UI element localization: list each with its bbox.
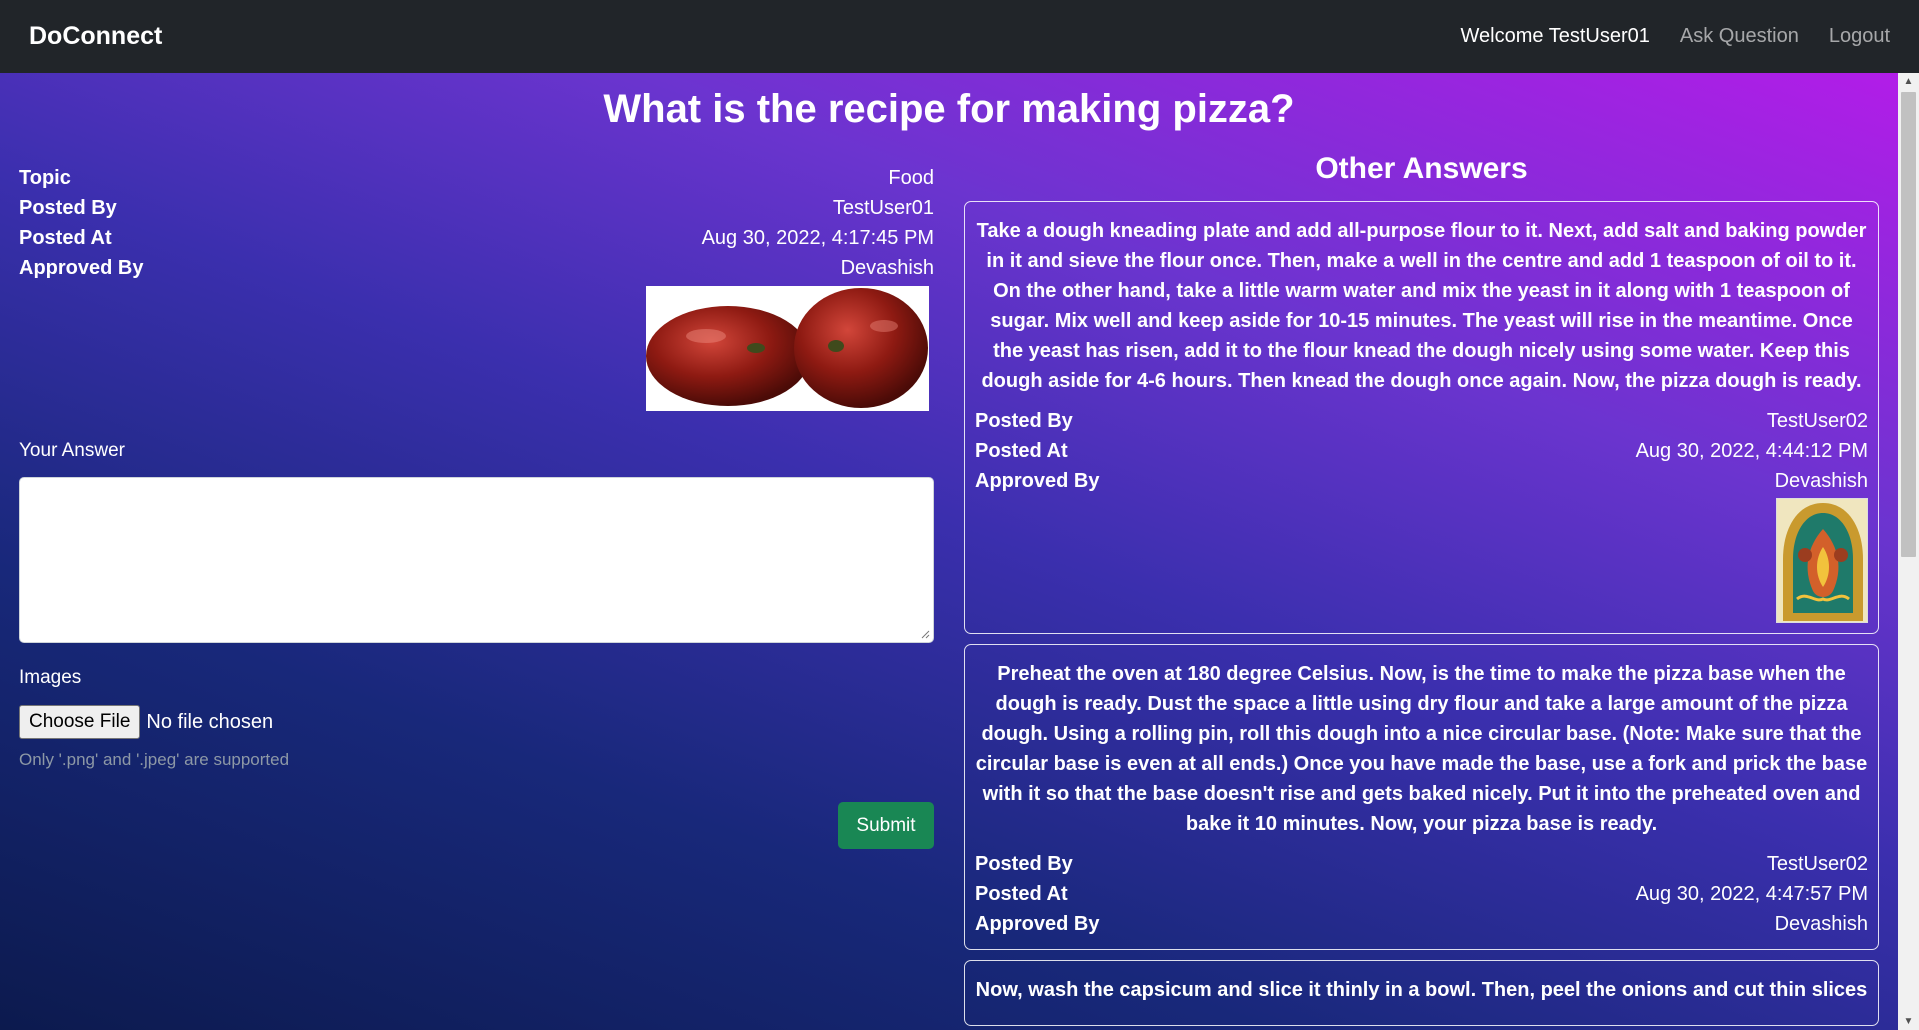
answer-posted-at: Posted At Aug 30, 2022, 4:47:57 PM xyxy=(975,879,1868,909)
meta-label: Approved By xyxy=(19,257,144,279)
file-input: Choose File No file chosen xyxy=(19,705,273,739)
answer-textarea[interactable] xyxy=(19,477,934,643)
answer-posted-at: Posted At Aug 30, 2022, 4:44:12 PM xyxy=(975,436,1868,466)
meta-label: Posted At xyxy=(19,227,112,249)
file-hint: Only '.png' and '.jpeg' are supported xyxy=(19,750,290,769)
answer-card: Preheat the oven at 180 degree Celsius. … xyxy=(964,644,1879,950)
meta-value: Food xyxy=(888,167,934,189)
question-title: What is the recipe for making pizza? xyxy=(603,87,1295,131)
meta-value: TestUser01 xyxy=(832,197,934,219)
meta-value: Devashish xyxy=(1774,913,1868,935)
images-label: Images xyxy=(19,667,82,688)
submit-button[interactable]: Submit xyxy=(838,802,934,849)
logout-link[interactable]: Logout xyxy=(1829,25,1890,48)
scroll-down-arrow-icon[interactable]: ▼ xyxy=(1898,1013,1919,1030)
main-content: What is the recipe for making pizza? Top… xyxy=(0,73,1898,1030)
nav-links: Welcome TestUser01 Ask Question Logout xyxy=(1461,25,1890,48)
meta-value: Aug 30, 2022, 4:47:57 PM xyxy=(1635,883,1868,905)
answer-text: Take a dough kneading plate and add all-… xyxy=(976,220,1867,392)
question-details: Topic Food Posted By TestUser01 Posted A… xyxy=(19,163,934,283)
meta-label: Posted By xyxy=(19,197,117,219)
answer-card: Take a dough kneading plate and add all-… xyxy=(964,201,1879,634)
meta-label: Approved By xyxy=(975,470,1100,492)
meta-label: Topic xyxy=(19,167,71,189)
scrollbar-thumb[interactable] xyxy=(1901,92,1916,557)
meta-label: Posted By xyxy=(975,853,1073,875)
ask-question-link[interactable]: Ask Question xyxy=(1680,25,1799,48)
meta-value: Aug 30, 2022, 4:44:12 PM xyxy=(1635,440,1868,462)
meta-label: Approved By xyxy=(975,913,1100,935)
scroll-up-arrow-icon[interactable]: ▲ xyxy=(1898,73,1919,90)
resize-grip-icon[interactable] xyxy=(920,629,930,639)
meta-value: TestUser02 xyxy=(1766,853,1868,875)
answer-approved-by: Approved By Devashish xyxy=(975,466,1868,496)
answer-approved-by: Approved By Devashish xyxy=(975,909,1868,939)
answer-card: Now, wash the capsicum and slice it thin… xyxy=(964,960,1879,1026)
your-answer-label: Your Answer xyxy=(19,440,125,461)
meta-label: Posted At xyxy=(975,440,1068,462)
answer-text: Preheat the oven at 180 degree Celsius. … xyxy=(975,663,1868,835)
meta-value: TestUser02 xyxy=(1766,410,1868,432)
meta-posted-by: Posted By TestUser01 xyxy=(19,193,934,223)
answer-posted-by: Posted By TestUser02 xyxy=(975,849,1868,879)
meta-value: Devashish xyxy=(1774,470,1868,492)
question-image xyxy=(646,286,929,411)
choose-file-button[interactable]: Choose File xyxy=(19,705,141,739)
answer-text: Now, wash the capsicum and slice it thin… xyxy=(975,979,1868,1001)
meta-topic: Topic Food xyxy=(19,163,934,193)
welcome-text: Welcome TestUser01 xyxy=(1460,25,1650,47)
meta-label: Posted At xyxy=(975,883,1068,905)
meta-label: Posted By xyxy=(975,410,1073,432)
navbar: DoConnect Welcome TestUser01 Ask Questio… xyxy=(0,0,1919,73)
brand-logo[interactable]: DoConnect xyxy=(29,22,162,51)
meta-value: Aug 30, 2022, 4:17:45 PM xyxy=(701,227,934,249)
file-status: No file chosen xyxy=(146,710,274,733)
answer-image xyxy=(1776,498,1868,623)
meta-approved-by: Approved By Devashish xyxy=(19,253,934,283)
other-answers-heading: Other Answers xyxy=(1315,152,1528,185)
meta-value: Devashish xyxy=(840,257,934,279)
meta-posted-at: Posted At Aug 30, 2022, 4:17:45 PM xyxy=(19,223,934,253)
answer-posted-by: Posted By TestUser02 xyxy=(975,406,1868,436)
page-scrollbar[interactable]: ▲ ▼ xyxy=(1898,73,1919,1030)
other-answers-section: Other Answers Take a dough kneading plat… xyxy=(964,151,1879,1030)
